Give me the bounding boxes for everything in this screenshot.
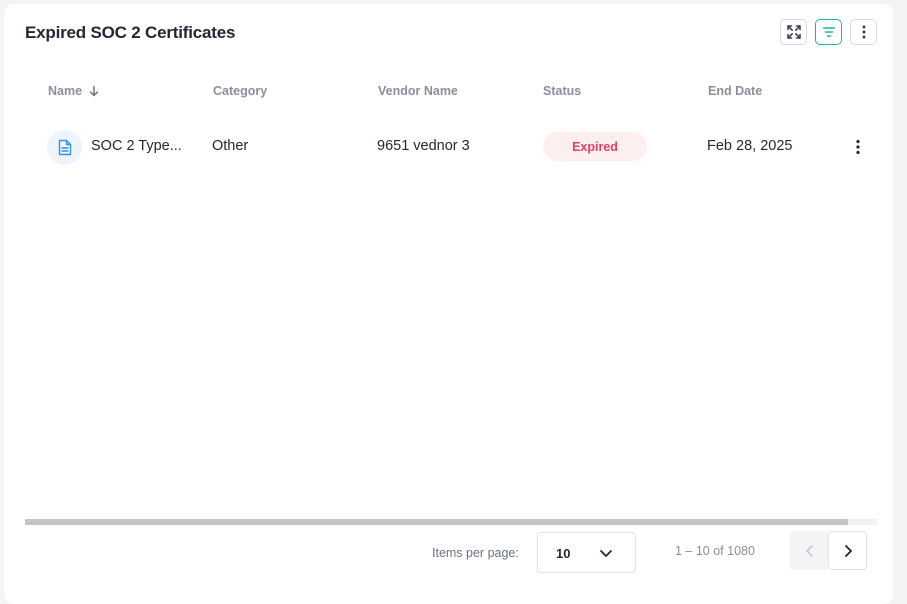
cell-end-date: Feb 28, 2025 xyxy=(707,138,793,154)
more-options-button[interactable] xyxy=(850,19,877,45)
cell-vendor-name: 9651 vednor 3 xyxy=(377,138,470,154)
column-header-vendor-name[interactable]: Vendor Name xyxy=(378,84,458,98)
next-page-button[interactable] xyxy=(828,531,867,570)
chevron-down-icon xyxy=(600,550,612,557)
column-header-label: Category xyxy=(213,84,268,98)
widget-title: Expired SOC 2 Certificates xyxy=(25,23,236,42)
filter-icon xyxy=(822,27,835,37)
column-header-label: Status xyxy=(543,84,582,98)
column-header-name[interactable]: Name xyxy=(48,84,100,98)
filter-button[interactable] xyxy=(815,19,842,45)
column-header-label: Name xyxy=(48,84,83,98)
chevron-right-icon xyxy=(844,544,852,557)
column-header-label: End Date xyxy=(708,84,763,98)
document-icon xyxy=(58,139,71,156)
status-badge: Expired xyxy=(543,132,647,161)
vertical-dots-icon xyxy=(862,25,865,39)
expand-button[interactable] xyxy=(780,19,807,45)
chevron-left-icon xyxy=(805,544,813,557)
widget-card: Expired SOC 2 Certificates Name Category… xyxy=(4,4,893,604)
horizontal-scrollbar-thumb[interactable] xyxy=(25,519,848,525)
pagination-range: 1 – 10 of 1080 xyxy=(675,544,755,558)
document-icon-circle xyxy=(47,130,82,165)
items-per-page-select[interactable]: 10 xyxy=(537,532,636,573)
vertical-dots-icon xyxy=(856,139,860,155)
column-header-end-date[interactable]: End Date xyxy=(708,84,762,98)
items-per-page-value: 10 xyxy=(556,546,571,561)
column-header-label: Vendor Name xyxy=(378,84,458,98)
row-actions-button[interactable] xyxy=(850,136,866,158)
cell-name[interactable]: SOC 2 Type... xyxy=(91,138,182,154)
expand-arrows-icon xyxy=(786,25,801,39)
column-header-category[interactable]: Category xyxy=(213,84,267,98)
previous-page-button[interactable] xyxy=(790,531,829,570)
items-per-page-label: Items per page: xyxy=(432,546,519,560)
arrow-down-icon xyxy=(89,85,99,97)
column-header-status[interactable]: Status xyxy=(543,84,581,98)
cell-category: Other xyxy=(212,138,249,154)
